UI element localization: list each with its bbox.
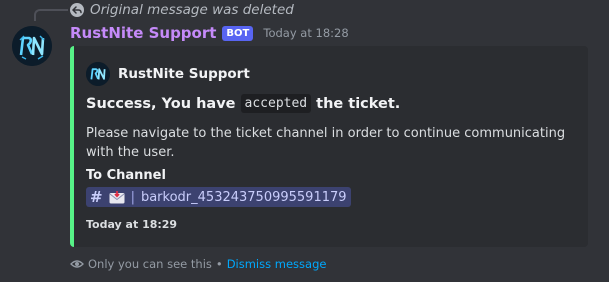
embed-field-name: To Channel <box>86 168 166 183</box>
embed-author-name: RustNite Support <box>118 66 250 82</box>
reply-deleted-icon <box>70 3 84 17</box>
embed-title: Success, You have accepted the ticket. <box>86 94 400 113</box>
embed: RustNite Support Success, You have accep… <box>70 46 588 247</box>
embed-author: RustNite Support <box>86 62 250 86</box>
reply-bar[interactable]: Original message was deleted <box>70 1 294 19</box>
bot-tag: BOT <box>222 25 254 41</box>
eye-icon <box>70 257 84 271</box>
embed-description: Please navigate to the ticket channel in… <box>86 126 566 160</box>
channel-mention[interactable]: # | barkodr_453243750995591179 <box>86 187 351 207</box>
ephemeral-separator: • <box>215 257 223 271</box>
reply-spine <box>34 9 68 21</box>
dismiss-message-link[interactable]: Dismiss message <box>227 257 327 271</box>
envelope-icon <box>109 190 125 204</box>
ephemeral-notice: Only you can see this • Dismiss message <box>70 257 326 271</box>
embed-title-after: the ticket. <box>316 95 401 112</box>
channel-separator: | <box>130 189 135 205</box>
channel-name: barkodr_453243750995591179 <box>140 189 347 205</box>
avatar[interactable] <box>12 26 52 66</box>
message-timestamp[interactable]: Today at 18:28 <box>263 26 348 40</box>
embed-title-before: Success, You have <box>86 95 236 112</box>
embed-title-code: accepted <box>240 94 312 113</box>
author-logo-icon <box>86 62 110 86</box>
rustnite-logo-icon <box>12 26 52 66</box>
channel-hash-icon: # <box>90 188 103 206</box>
username[interactable]: RustNite Support <box>70 24 216 42</box>
reply-text: Original message was deleted <box>90 2 294 18</box>
message-header: RustNite Support BOT Today at 18:28 <box>70 23 349 43</box>
embed-footer-timestamp: Today at 18:29 <box>86 218 178 231</box>
ephemeral-text: Only you can see this <box>88 257 212 271</box>
